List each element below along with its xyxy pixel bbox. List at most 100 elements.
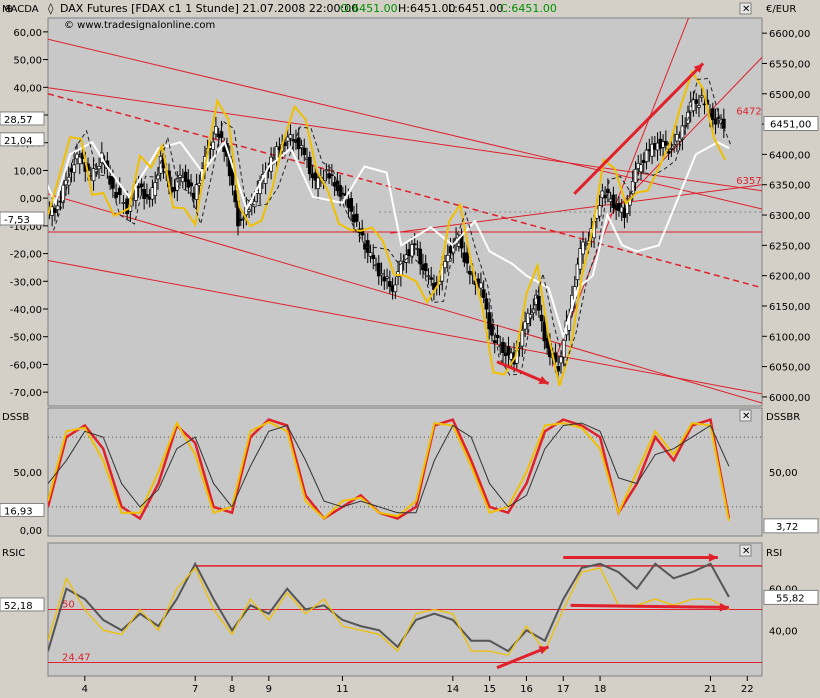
stoch-left-marker: 16,93 — [4, 506, 33, 517]
candle-body — [669, 148, 674, 150]
ohlc-high: H:6451.00 — [398, 2, 455, 15]
candle-body — [429, 277, 434, 280]
candle-body — [418, 248, 423, 265]
arrow-shaft — [570, 603, 729, 609]
svg-text:✕: ✕ — [742, 411, 750, 422]
price-left-tick-label: -60,00 — [10, 360, 42, 371]
candle-body — [490, 323, 494, 336]
left-value-marker: 21,04 — [4, 136, 33, 147]
candle-body — [426, 275, 431, 278]
stochastic-panel[interactable] — [47, 407, 763, 537]
x-axis: 4 7 8 9 11 14 15 16 17 18 21 22 — [82, 676, 754, 695]
price-left-tick-label: -20,00 — [10, 250, 42, 261]
x-tick-label: 11 — [336, 684, 349, 695]
candle-body — [445, 254, 450, 263]
price-left-tick-label: 0,00 — [20, 194, 42, 205]
candle-body — [354, 213, 359, 222]
candle-body — [694, 99, 699, 104]
price-left-tick-label: -70,00 — [10, 388, 42, 399]
candle-body — [302, 147, 307, 155]
stoch-close-button[interactable]: ✕ — [739, 409, 752, 422]
candle-body — [125, 198, 129, 215]
candle-body — [247, 209, 251, 212]
candle-body — [316, 177, 320, 189]
candle-body — [393, 284, 398, 293]
candle-body — [307, 156, 312, 175]
price-right-tick-label: 6150,00 — [769, 302, 810, 313]
left-value-marker: -7,53 — [4, 215, 30, 226]
candle-body — [501, 341, 505, 353]
rsi-right-tick-label: 40,00 — [769, 626, 798, 637]
candle-body — [330, 174, 334, 177]
watermark: © www.tradesignalonline.com — [64, 20, 215, 31]
title-icon: ◊ — [48, 2, 54, 15]
price-right-tick-label: 6250,00 — [769, 241, 810, 252]
price-left-tick-label: -50,00 — [10, 333, 42, 344]
candle-body — [639, 164, 643, 173]
candle-body — [288, 134, 293, 139]
candle-body — [644, 149, 649, 162]
candle-body — [97, 166, 101, 170]
candle-body — [197, 182, 202, 186]
ohlc-open: O:6451.00 — [340, 2, 398, 15]
price-left-tick-label: 60,00 — [13, 28, 42, 39]
svg-text:✕: ✕ — [742, 546, 750, 557]
candle-body — [178, 174, 182, 178]
x-tick-label: 8 — [229, 684, 235, 695]
left-value-marker: 28,57 — [4, 115, 33, 126]
candle-body — [710, 108, 715, 120]
x-tick-label: 4 — [82, 684, 88, 695]
price-right-tick-label: 6500,00 — [769, 90, 810, 101]
svg-text:✕: ✕ — [742, 4, 750, 15]
price-right-tick-label: 6200,00 — [769, 272, 810, 283]
candle-body — [412, 243, 417, 246]
candle-body — [349, 197, 354, 212]
candle-body — [697, 105, 701, 108]
candle-body — [423, 263, 428, 272]
x-tick-label: 18 — [594, 684, 607, 695]
candle-body — [465, 252, 469, 264]
candle-body — [194, 184, 199, 200]
price-right-tick-label: 6050,00 — [769, 363, 810, 374]
candle-body — [121, 202, 126, 204]
candle-body — [713, 118, 718, 125]
x-tick-label: 9 — [266, 684, 272, 695]
rsi-close-button[interactable]: ✕ — [739, 544, 752, 557]
candle-body — [583, 243, 588, 246]
candle-body — [633, 168, 638, 183]
stoch-right-tick-label: 50,00 — [769, 468, 798, 479]
x-tick-label: 7 — [192, 684, 198, 695]
candle-body — [666, 150, 671, 154]
rsi-right-axis-label: RSI — [766, 548, 782, 559]
candle-body — [61, 184, 66, 203]
right-value-marker: 6451,00 — [770, 119, 811, 130]
price-left-tick-label: -40,00 — [10, 305, 42, 316]
candle-body — [699, 95, 704, 98]
price-right-tick-label: 6300,00 — [769, 211, 810, 222]
stoch-right-marker: 3,72 — [776, 522, 798, 533]
price-annotation: 6472.69 — [736, 106, 777, 117]
candle-body — [55, 205, 60, 210]
price-right-tick-label: 6350,00 — [769, 181, 810, 192]
x-tick-label: 14 — [446, 684, 459, 695]
price-right-tick-label: 6100,00 — [769, 332, 810, 343]
candle-body — [379, 273, 384, 276]
stoch-left-tick-label: 0,00 — [20, 526, 42, 537]
candle-body — [233, 190, 238, 203]
x-tick-label: 15 — [483, 684, 496, 695]
candle-body — [139, 183, 144, 188]
candle-body — [238, 219, 243, 221]
stoch-left-axis-label: DSSB — [2, 412, 29, 423]
candle-body — [211, 141, 216, 150]
price-left-tick-label: 50,00 — [13, 56, 42, 67]
rsi-right-marker: 55,82 — [776, 593, 805, 604]
price-right-tick-label: 6000,00 — [769, 393, 810, 404]
chart-title: DAX Futures [FDAX c1 1 Stunde] 21.07.200… — [60, 2, 358, 15]
candle-body — [111, 176, 115, 189]
rsi-left-axis-label: RSIC — [2, 548, 25, 559]
x-tick-label: 22 — [741, 684, 754, 695]
x-tick-label: 17 — [557, 684, 570, 695]
candle-body — [117, 187, 122, 195]
price-left-tick-label: 10,00 — [13, 166, 42, 177]
price-close-button[interactable]: ✕ — [739, 2, 752, 15]
